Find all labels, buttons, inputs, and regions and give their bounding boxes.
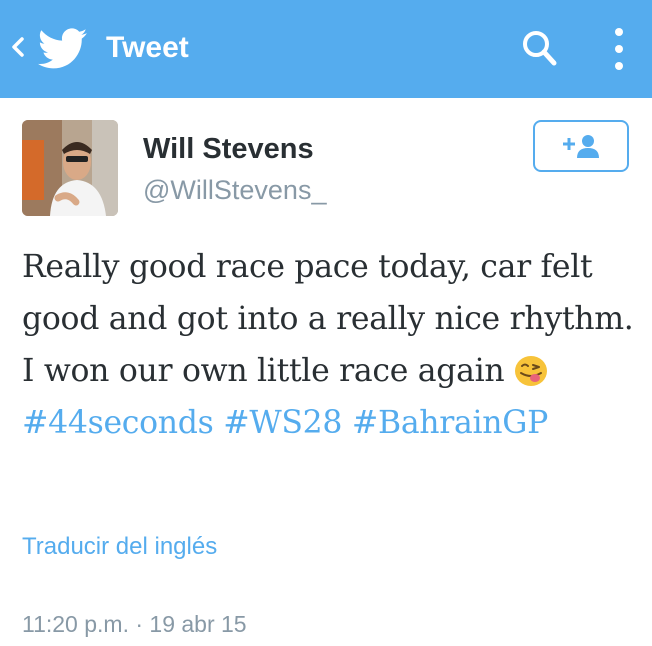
tweet-timestamp: 11:20 p.m. · 19 abr 15 — [22, 611, 247, 637]
search-icon — [523, 31, 557, 66]
follow-user-icon — [563, 135, 599, 158]
search-button[interactable] — [520, 26, 560, 70]
app-bar: Tweet — [0, 0, 652, 98]
author-name[interactable]: Will Stevens — [143, 130, 314, 168]
tweet-screen: Tweet Will Stevens @WillStevens_ Really … — [0, 0, 652, 646]
face-with-tongue-emoji — [515, 356, 548, 386]
more-vertical-icon — [615, 28, 623, 36]
twitter-bird-icon[interactable] — [38, 28, 88, 70]
hashtag-link[interactable]: #44seconds — [22, 405, 214, 441]
translate-link[interactable]: Traducir del inglés — [22, 530, 217, 564]
tweet-text: Really good race pace today, car felt go… — [22, 241, 637, 449]
hashtag-link[interactable]: #WS28 — [223, 405, 342, 441]
screen-title: Tweet — [106, 31, 189, 64]
avatar[interactable] — [22, 120, 118, 216]
follow-button[interactable] — [533, 120, 629, 172]
avatar-image — [22, 120, 118, 216]
author-handle[interactable]: @WillStevens_ — [143, 172, 326, 208]
hashtag-link[interactable]: #BahrainGP — [352, 405, 548, 441]
chevron-left-icon — [12, 37, 24, 57]
back-button[interactable] — [8, 30, 28, 64]
more-menu-button[interactable] — [606, 24, 632, 74]
